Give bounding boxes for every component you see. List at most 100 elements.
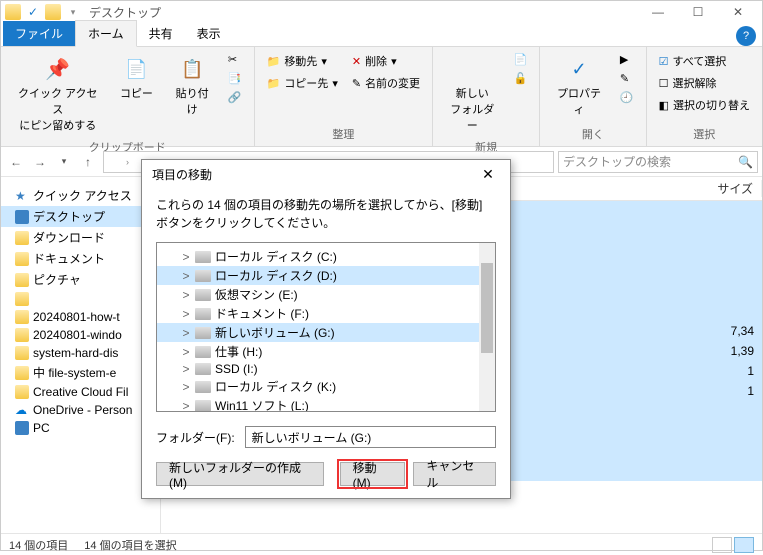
deselect-button[interactable]: ☐選択解除 <box>655 73 754 93</box>
history-button[interactable]: 🕘 <box>616 89 638 106</box>
folder-icon <box>15 366 29 380</box>
new-folder-dialog-button[interactable]: 新しいフォルダーの作成(M) <box>156 462 324 486</box>
dialog-tree-item[interactable]: > ローカル ディスク (K:) <box>157 377 495 396</box>
star-icon: ★ <box>15 189 29 203</box>
tree-item-f3[interactable]: system-hard-dis <box>1 344 160 362</box>
dialog-tree-item[interactable]: > ドキュメント (F:) <box>157 304 495 323</box>
link-icon: 🔗 <box>228 91 242 104</box>
ribbon: 📌 クイック アクセス にピン留めする 📄 コピー 📋 貼り付け ✂ 📑 🔗 ク… <box>1 47 762 147</box>
tree-item-quick-access[interactable]: ★クイック アクセス <box>1 185 160 206</box>
close-button[interactable]: ✕ <box>718 1 758 23</box>
quick-save-icon[interactable]: ✓ <box>25 4 41 20</box>
dialog-tree-item[interactable]: >Win11 ソフト (L:) <box>157 396 495 412</box>
tree-item-pc[interactable]: PC <box>1 419 160 437</box>
expand-icon[interactable]: > <box>181 250 191 264</box>
expand-icon[interactable]: > <box>181 362 191 376</box>
expand-icon[interactable]: > <box>181 307 191 321</box>
address-folder-icon <box>108 155 122 169</box>
help-button[interactable]: ? <box>736 26 756 46</box>
tree-item-label: system-hard-dis <box>33 346 118 360</box>
tree-item-f2[interactable]: 20240801-windo <box>1 326 160 344</box>
titlebar-dropdown-icon[interactable]: ▾ <box>65 4 81 20</box>
copy-path-button[interactable]: 📑 <box>224 70 246 87</box>
open-icon: ▶ <box>620 53 628 66</box>
dialog-tree-item[interactable]: >仕事 (H:) <box>157 342 495 361</box>
recent-locations-button[interactable]: ▾ <box>53 151 75 173</box>
folder-field[interactable] <box>245 426 496 448</box>
edit-icon: ✎ <box>620 72 629 85</box>
easy-access-button[interactable]: 🔓 <box>509 70 531 87</box>
cancel-dialog-button[interactable]: キャンセル <box>413 462 496 486</box>
move-icon: 📁 <box>267 55 281 68</box>
rename-button[interactable]: ✎名前の変更 <box>348 73 424 93</box>
view-large-button[interactable] <box>734 537 754 553</box>
new-folder-label: 新しい フォルダー <box>445 85 499 133</box>
rename-icon: ✎ <box>352 77 361 90</box>
paste-label: 貼り付け <box>170 85 213 117</box>
tree-item-label: PC <box>33 421 50 435</box>
desktop-icon <box>15 210 29 224</box>
search-input[interactable]: デスクトップの検索 🔍 <box>558 151 758 173</box>
back-button[interactable]: ← <box>5 151 27 173</box>
tree-item-f4[interactable]: 中 file-system-e <box>1 362 160 383</box>
paste-shortcut-button[interactable]: 🔗 <box>224 89 246 106</box>
invert-selection-button[interactable]: ◧選択の切り替え <box>655 95 754 115</box>
tab-share[interactable]: 共有 <box>137 21 185 46</box>
dialog-tree[interactable]: > ローカル ディスク (C:)>ローカル ディスク (D:)>仮想マシン (E:… <box>156 242 496 412</box>
maximize-button[interactable]: ☐ <box>678 1 718 23</box>
new-item-button[interactable]: 📄 <box>509 51 531 68</box>
dialog-scrollbar[interactable] <box>479 243 495 411</box>
dialog-tree-item[interactable]: >SSD (I:) <box>157 361 495 377</box>
paste-button[interactable]: 📋 貼り付け <box>166 51 217 121</box>
tree-item-blurred[interactable] <box>1 290 160 308</box>
select-all-button[interactable]: ☑すべて選択 <box>655 51 754 71</box>
copy-icon: 📄 <box>125 59 147 80</box>
folder-icon <box>15 273 29 287</box>
drive-label: ドキュメント (F:) <box>215 305 309 322</box>
tree-item-desktop[interactable]: デスクトップ <box>1 206 160 227</box>
open-button[interactable]: ▶ <box>616 51 638 68</box>
dialog-close-button[interactable]: ✕ <box>476 164 500 184</box>
tab-home[interactable]: ホーム <box>75 20 137 47</box>
system-menu-icon[interactable] <box>5 4 21 20</box>
tree-item-documents[interactable]: ドキュメント <box>1 248 160 269</box>
tree-item-cc[interactable]: Creative Cloud Fil <box>1 383 160 401</box>
dialog-tree-item[interactable]: >ローカル ディスク (D:) <box>157 266 495 285</box>
tree-item-pictures[interactable]: ピクチャ <box>1 269 160 290</box>
minimize-button[interactable]: — <box>638 1 678 23</box>
copy-button[interactable]: 📄 コピー <box>112 51 160 105</box>
edit-button[interactable]: ✎ <box>616 70 638 87</box>
expand-icon[interactable]: > <box>181 380 191 394</box>
move-to-button[interactable]: 📁移動先 ▾ <box>263 51 342 71</box>
drive-label: ローカル ディスク (C:) <box>215 248 337 265</box>
up-button[interactable]: ↑ <box>77 151 99 173</box>
tree-item-onedrive[interactable]: ☁OneDrive - Person <box>1 401 160 419</box>
properties-button[interactable]: ✓ プロパティ <box>548 51 610 121</box>
dialog-tree-item[interactable]: > ローカル ディスク (C:) <box>157 247 495 266</box>
pin-quickaccess-button[interactable]: 📌 クイック アクセス にピン留めする <box>9 51 106 137</box>
expand-icon[interactable]: > <box>181 345 191 359</box>
move-dialog-button[interactable]: 移動(M) <box>340 462 406 486</box>
expand-icon[interactable]: > <box>181 399 191 413</box>
folder-field-label: フォルダー(F): <box>156 429 235 446</box>
dialog-tree-item[interactable]: >新しいボリューム (G:) <box>157 323 495 342</box>
nav-tree[interactable]: ★クイック アクセスデスクトップダウンロードドキュメントピクチャ 2024080… <box>1 177 161 533</box>
tab-file[interactable]: ファイル <box>3 21 75 46</box>
drive-icon <box>195 400 211 412</box>
tab-view[interactable]: 表示 <box>185 21 233 46</box>
drive-label: ローカル ディスク (K:) <box>215 378 336 395</box>
copy-to-button[interactable]: 📁コピー先 ▾ <box>263 73 342 93</box>
tree-item-f1[interactable]: 20240801-how-t <box>1 308 160 326</box>
expand-icon[interactable]: > <box>181 288 191 302</box>
delete-button[interactable]: ✕削除 ▾ <box>348 51 424 71</box>
new-folder-button[interactable]: 新しい フォルダー <box>441 51 503 137</box>
cut-button[interactable]: ✂ <box>224 51 246 68</box>
folder-icon <box>15 346 29 360</box>
expand-icon[interactable]: > <box>181 269 191 283</box>
forward-button[interactable]: → <box>29 151 51 173</box>
titlebar-folder-icon <box>45 4 61 20</box>
tree-item-downloads[interactable]: ダウンロード <box>1 227 160 248</box>
view-details-button[interactable] <box>712 537 732 553</box>
expand-icon[interactable]: > <box>181 326 191 340</box>
dialog-tree-item[interactable]: >仮想マシン (E:) <box>157 285 495 304</box>
